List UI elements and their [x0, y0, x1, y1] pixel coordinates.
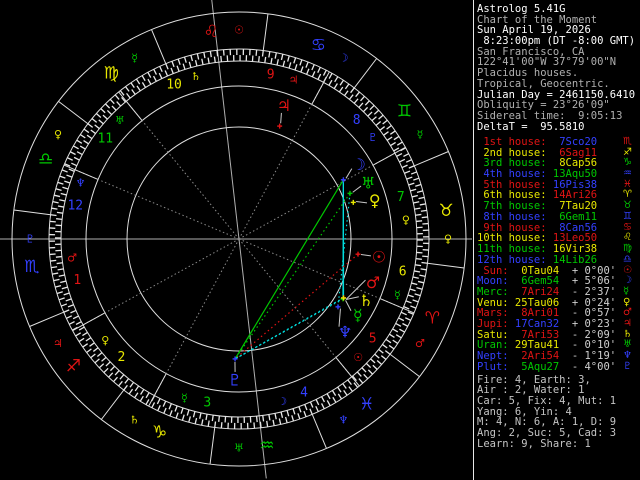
chart-wheel: ♈♂♉♀♊☿♋☽♌ ☉♍☿♎♀♏♇♐♃♑♄♒♅♓♆1♂2♀3☿ 4☽5☉6☿7♀8♇… [0, 0, 472, 479]
sign-glyph-icon: ♐ [66, 357, 81, 377]
sign-glyph-icon: ♏ [24, 257, 39, 277]
sign-glyph-icon: ♊ [397, 101, 412, 121]
house-number: 7 [397, 190, 405, 205]
house-number: 9 [267, 68, 275, 83]
astrolog-window: ♈ ♂ ♉ ♀ ♊ ☿ ♋ ☽ ♌ ☉ ♍ ☿ ♎ ♀ ♏ ♇ ♐ ♃ ♑ ♄ ♒ ♅ ♓ ♆ 1 ♂ 2 ♀ 3 ☿ 4 ☽ 5 ☉ 6 ☿ 7 ♀ 8 ♇… [0, 0, 640, 480]
house-number: 12 [67, 198, 83, 213]
planet-glyph-icon: ♂ [366, 273, 380, 292]
chart-info-sidebar: Astrolog 5.41G Chart of the Moment Sun Apr… [477, 0, 640, 480]
chart-header-block: Astrolog 5.41G Chart of the Moment Sun Apr… [477, 4, 640, 132]
house-sign-icon: ♊ [623, 210, 632, 222]
planet-value: 5Aqu27 [508, 360, 560, 373]
house-number: 2 [117, 350, 125, 365]
sign-ruler-icon: ♇ [25, 232, 35, 245]
planet-icon: ♇ [623, 360, 632, 372]
house-number: 11 [97, 131, 113, 146]
axis-lines [0, 0, 472, 479]
sign-ruler-icon: ♅ [234, 441, 244, 454]
planet-glyph-icon: ♆ [338, 322, 352, 341]
header-text: DeltaT = 95.5810 [477, 120, 585, 133]
sign-glyph-icon: ♈ [425, 308, 440, 328]
planet-label: Plut: [477, 360, 509, 373]
planet-glyph-icon: ♇ [228, 370, 242, 389]
house-ruler-icon: ☿ [181, 391, 188, 404]
house-ruler-icon: ♅ [115, 114, 125, 127]
element-stats-block: Fire: 4, Earth: 3, Air : 2, Water: 1 Car: … [477, 374, 640, 450]
house-ruler-icon: ♃ [289, 74, 299, 87]
sign-glyph-icon: ♉ [439, 201, 454, 221]
sign-ruler-icon: ♀ [54, 128, 62, 141]
house-ruler-icon: ☿ [394, 288, 401, 301]
planet-row: Plut: 5Aqu27 - 4°00' ♇ [477, 360, 640, 373]
sign-ruler-icon: ☿ [131, 51, 138, 64]
planet-glyph-icon: ☉ [372, 247, 386, 266]
planet-glyph-icon: ☽ [351, 155, 365, 174]
planet-glyph-icon: ♅ [361, 173, 375, 192]
house-sign-icon: ♎ [623, 253, 632, 265]
planet-table: Sun: 0Tau04 + 0°00' ☉ Moon: 6Gem54 + 5°06'… [477, 265, 640, 373]
sign-ruler-icon: ♀ [444, 233, 452, 246]
sign-glyph-icon: ♌ [203, 22, 218, 42]
stats-text: Learn: 9, Share: 1 [477, 437, 591, 450]
sign-ruler-icon: ♆ [338, 414, 348, 427]
house-number: 3 [203, 395, 211, 410]
planet-glyph-icon: ♃ [277, 96, 291, 115]
house-number: 8 [353, 113, 361, 128]
house-ruler-icon: ♀ [402, 214, 410, 227]
header-line: DeltaT = 95.5810 [477, 120, 640, 133]
house-ruler-icon: ♂ [67, 251, 77, 264]
sign-ruler-icon: ♄ [129, 413, 139, 426]
house-number: 10 [166, 78, 182, 93]
sign-ruler-icon: ☉ [234, 24, 244, 37]
sign-glyph-icon: ♍ [104, 64, 119, 84]
planet-velocity: - 4°00' [559, 360, 617, 373]
sign-glyph-icon: ♋ [311, 36, 326, 56]
sign-glyph-icon: ♓ [359, 394, 374, 414]
house-ruler-icon: ♀ [101, 334, 109, 347]
house-ruler-icon: ☉ [353, 351, 363, 364]
stats-line: Learn: 9, Share: 1 [477, 437, 640, 450]
sign-ruler-icon: ♃ [53, 337, 63, 350]
planet-glyph-icon: ♄ [359, 291, 373, 310]
house-ruler-icon: ♇ [368, 131, 378, 144]
house-ruler-icon: ♄ [191, 70, 201, 83]
sign-glyph-icon: ♎ [38, 150, 53, 170]
sign-glyph-icon: ♑ [152, 422, 167, 442]
planet-icon: ☿ [623, 285, 630, 297]
house-ruler-icon: ♆ [76, 177, 86, 190]
sign-glyph-icon: ♒ [259, 436, 274, 456]
house-number: 6 [399, 265, 407, 280]
house-ruler-icon: ☽ [277, 395, 287, 408]
sign-ruler-icon: ☽ [339, 52, 349, 65]
sign-ruler-icon: ☿ [417, 128, 424, 141]
house-number: 5 [369, 332, 377, 347]
sidebar-divider [473, 0, 474, 480]
sign-ruler-icon: ♂ [415, 337, 425, 350]
house-number: 1 [73, 273, 81, 288]
planet-glyph-icon: ♀ [369, 191, 381, 210]
house-number: 4 [300, 385, 308, 400]
house-cusp-table: 1st house: 7Sco20 ♏ 2nd house: 6Sag11 ♐ 3r… [477, 136, 640, 265]
house-sign-icon: ♍ [623, 242, 632, 254]
